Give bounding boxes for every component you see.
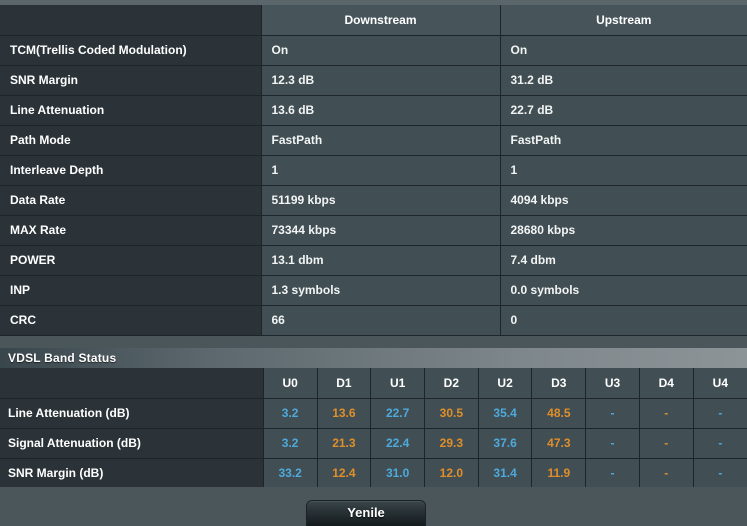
- band-cell-u4: -: [693, 398, 747, 429]
- dsl-status-page: Downstream Upstream TCM(Trellis Coded Mo…: [0, 0, 747, 526]
- vdsl-band-status-title: VDSL Band Status: [8, 351, 117, 365]
- band-cell-d1: 21.3: [317, 428, 372, 459]
- band-row-label: SNR Margin (dB): [0, 458, 264, 489]
- band-column-header-u0: U0: [263, 368, 318, 399]
- footer-area: Yenile: [0, 487, 747, 526]
- status-header-upstream: Upstream: [500, 5, 747, 36]
- band-cell-d4: -: [639, 398, 694, 429]
- band-cell-u2: 31.4: [478, 458, 533, 489]
- status-row-downstream-value: 73344 kbps: [261, 215, 501, 246]
- band-cell-d4: -: [639, 458, 694, 489]
- table-row: Interleave Depth 1 1: [0, 155, 747, 186]
- table-row: SNR Margin (dB) 33.2 12.4 31.0 12.0 31.4 11.9-…: [0, 458, 747, 489]
- status-row-upstream-value: 28680 kbps: [500, 215, 747, 246]
- band-column-header-u3: U3: [585, 368, 640, 399]
- band-column-header-d4: D4: [639, 368, 694, 399]
- status-row-downstream-value: 1.3 symbols: [261, 275, 501, 306]
- band-cell-u0: 33.2: [263, 458, 318, 489]
- band-cell-d2: 30.5: [424, 398, 479, 429]
- status-row-upstream-value: FastPath: [500, 125, 747, 156]
- status-row-label: Path Mode: [0, 125, 262, 156]
- table-row: INP 1.3 symbols 0.0 symbols: [0, 275, 747, 306]
- table-row: Signal Attenuation (dB) 3.2 21.3 22.4 29.3 37…: [0, 428, 747, 459]
- band-column-header-u1: U1: [370, 368, 425, 399]
- band-cell-u0: 3.2: [263, 428, 318, 459]
- status-row-label: Line Attenuation: [0, 95, 262, 126]
- status-row-label: MAX Rate: [0, 215, 262, 246]
- band-row-label: Signal Attenuation (dB): [0, 428, 264, 459]
- status-row-downstream-value: 13.1 dbm: [261, 245, 501, 276]
- status-row-downstream-value: 13.6 dB: [261, 95, 501, 126]
- band-cell-u3: -: [585, 428, 640, 459]
- status-row-upstream-value: 0: [500, 305, 747, 336]
- table-row: Data Rate 51199 kbps 4094 kbps: [0, 185, 747, 216]
- band-cell-u3: -: [585, 458, 640, 489]
- status-row-label: TCM(Trellis Coded Modulation): [0, 35, 262, 66]
- band-cell-d3: 11.9: [531, 458, 587, 489]
- band-cell-d3: 47.3: [531, 428, 587, 459]
- band-cell-d1: 12.4: [317, 458, 372, 489]
- status-header-downstream: Downstream: [261, 5, 501, 36]
- status-table-head: Downstream Upstream: [0, 5, 747, 36]
- band-header-row: U0 D1 U1 D2 U2 D3 U3 D4 U4: [0, 368, 747, 399]
- band-column-header-d2: D2: [424, 368, 479, 399]
- band-cell-d3: 48.5: [531, 398, 587, 429]
- status-header-row: Downstream Upstream: [0, 5, 747, 36]
- band-cell-u4: -: [693, 458, 747, 489]
- band-cell-u1: 22.4: [370, 428, 425, 459]
- band-table-body: Line Attenuation (dB) 3.2 13.6 22.7 30.5 35.4…: [0, 398, 747, 489]
- status-row-downstream-value: 51199 kbps: [261, 185, 501, 216]
- table-row: TCM(Trellis Coded Modulation) On On: [0, 35, 747, 66]
- band-cell-d2: 12.0: [424, 458, 479, 489]
- status-row-label: CRC: [0, 305, 262, 336]
- band-column-header-u4: U4: [693, 368, 747, 399]
- status-row-label: SNR Margin: [0, 65, 262, 96]
- table-row: Path Mode FastPath FastPath: [0, 125, 747, 156]
- table-row: MAX Rate 73344 kbps 28680 kbps: [0, 215, 747, 246]
- band-header-blank: [0, 368, 264, 399]
- band-cell-u0: 3.2: [263, 398, 318, 429]
- vdsl-band-status-header: VDSL Band Status: [0, 348, 747, 368]
- status-row-upstream-value: 7.4 dbm: [500, 245, 747, 276]
- band-cell-u3: -: [585, 398, 640, 429]
- band-cell-u2: 37.6: [478, 428, 533, 459]
- band-cell-d2: 29.3: [424, 428, 479, 459]
- band-column-header-u2: U2: [478, 368, 533, 399]
- table-row: Line Attenuation (dB) 3.2 13.6 22.7 30.5 35.4…: [0, 398, 747, 429]
- band-cell-u2: 35.4: [478, 398, 533, 429]
- status-row-upstream-value: 0.0 symbols: [500, 275, 747, 306]
- status-row-downstream-value: FastPath: [261, 125, 501, 156]
- status-row-upstream-value: 1: [500, 155, 747, 186]
- status-row-downstream-value: 12.3 dB: [261, 65, 501, 96]
- status-row-label: Data Rate: [0, 185, 262, 216]
- band-cell-d4: -: [639, 428, 694, 459]
- status-row-label: POWER: [0, 245, 262, 276]
- status-row-upstream-value: 22.7 dB: [500, 95, 747, 126]
- band-row-label: Line Attenuation (dB): [0, 398, 264, 429]
- status-row-label: Interleave Depth: [0, 155, 262, 186]
- status-header-blank: [0, 5, 262, 36]
- refresh-button[interactable]: Yenile: [306, 500, 426, 526]
- table-row: POWER 13.1 dbm 7.4 dbm: [0, 245, 747, 276]
- dsl-status-table: Downstream Upstream TCM(Trellis Coded Mo…: [0, 5, 747, 336]
- band-table-head: U0 D1 U1 D2 U2 D3 U3 D4 U4: [0, 368, 747, 399]
- status-row-upstream-value: 4094 kbps: [500, 185, 747, 216]
- band-cell-d1: 13.6: [317, 398, 372, 429]
- table-row: CRC 66 0: [0, 305, 747, 336]
- status-row-upstream-value: 31.2 dB: [500, 65, 747, 96]
- band-cell-u1: 22.7: [370, 398, 425, 429]
- vdsl-band-status-table: U0 D1 U1 D2 U2 D3 U3 D4 U4 Line Attenuation (dB)…: [0, 368, 747, 489]
- status-row-label: INP: [0, 275, 262, 306]
- band-cell-u4: -: [693, 428, 747, 459]
- table-row: SNR Margin 12.3 dB 31.2 dB: [0, 65, 747, 96]
- status-table-body: TCM(Trellis Coded Modulation) On On SNR Mar…: [0, 35, 747, 336]
- table-row: Line Attenuation 13.6 dB 22.7 dB: [0, 95, 747, 126]
- status-row-downstream-value: On: [261, 35, 501, 66]
- band-cell-u1: 31.0: [370, 458, 425, 489]
- status-row-upstream-value: On: [500, 35, 747, 66]
- band-column-header-d1: D1: [317, 368, 372, 399]
- status-row-downstream-value: 1: [261, 155, 501, 186]
- band-column-header-d3: D3: [531, 368, 587, 399]
- status-row-downstream-value: 66: [261, 305, 501, 336]
